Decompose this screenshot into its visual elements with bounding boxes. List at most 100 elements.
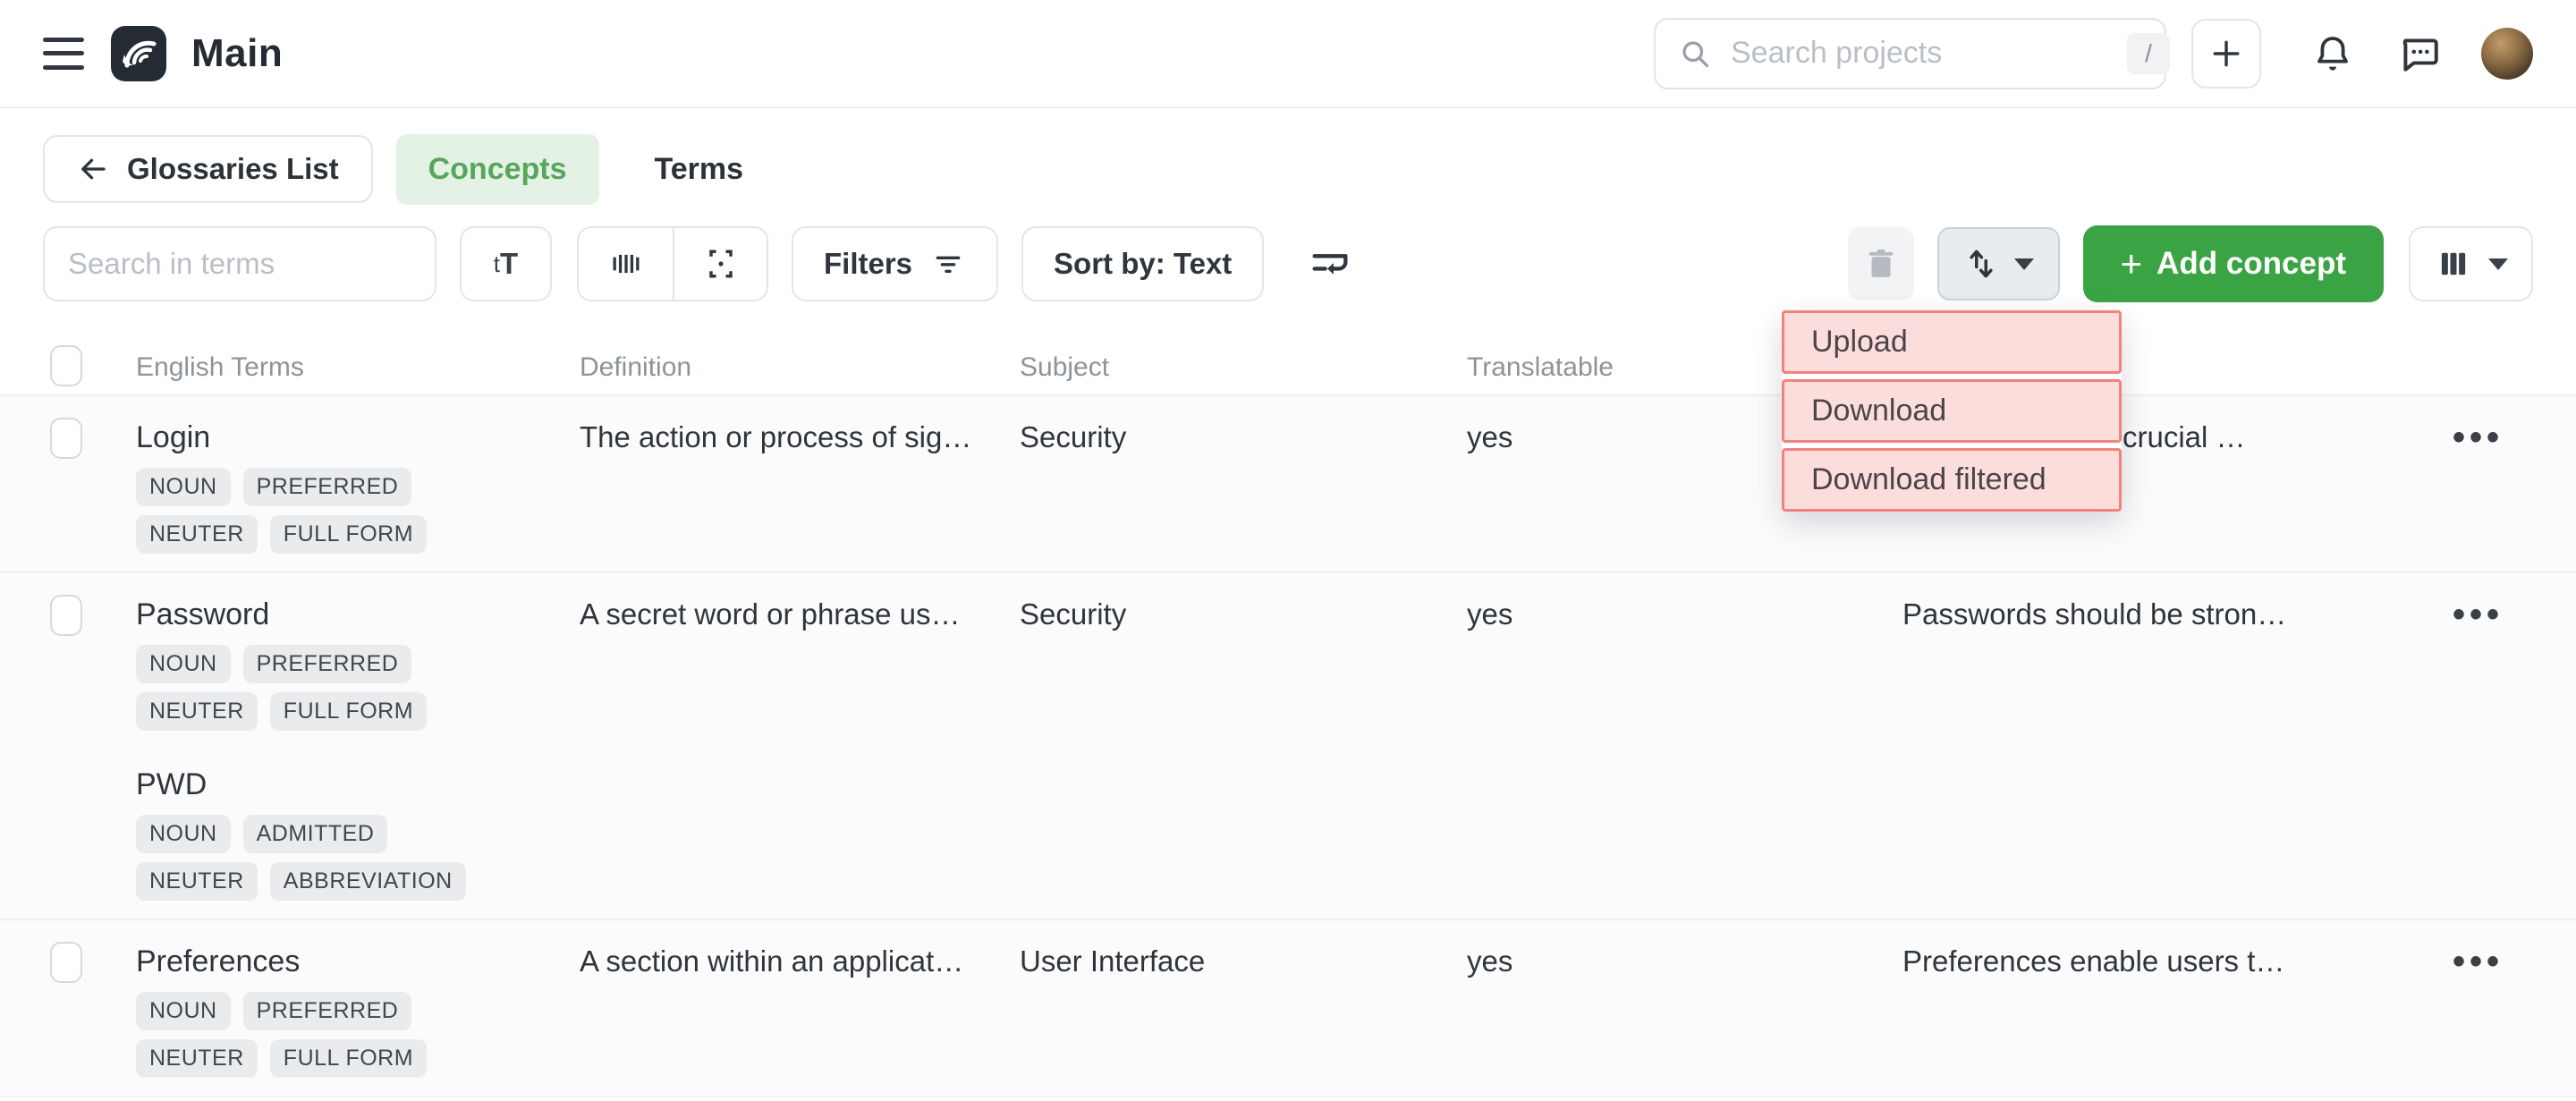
term-badge: NOUN (136, 992, 231, 1030)
search-mode-group (577, 226, 768, 301)
delete-selected-button[interactable] (1848, 227, 1914, 301)
term-badge: FULL FORM (270, 1039, 427, 1078)
term-text: Login (136, 418, 580, 457)
match-case-icon-big: T (500, 247, 518, 281)
filter-icon (930, 246, 966, 282)
menu-item-download-filtered[interactable]: Download filtered (1782, 448, 2122, 512)
term-badge: PREFERRED (243, 645, 412, 683)
sort-by-label: Sort by: Text (1054, 247, 1232, 281)
filters-label: Filters (824, 247, 912, 281)
tab-concepts[interactable]: Concepts (396, 134, 599, 205)
tab-terms[interactable]: Terms (655, 152, 744, 187)
row-checkbox[interactable] (50, 595, 82, 636)
filters-button[interactable]: Filters (792, 226, 998, 301)
table-row[interactable]: Password NOUNPREFERREDNEUTERFULL FORM PW… (0, 572, 2576, 919)
project-search-input[interactable] (1731, 36, 2127, 71)
term-group: Password NOUNPREFERREDNEUTERFULL FORM (136, 595, 580, 731)
subject-cell: User Interface (1020, 942, 1467, 981)
search-icon (1679, 38, 1711, 70)
term-badges: NOUNPREFERREDNEUTERFULL FORM (136, 468, 521, 554)
select-all-checkbox[interactable] (50, 345, 82, 386)
whole-word-icon (606, 244, 646, 284)
table-row[interactable]: Login NOUNPREFERREDNEUTERFULL FORM The a… (0, 396, 2576, 572)
term-text: Preferences (136, 942, 580, 981)
chat-bubble-icon (2397, 31, 2442, 76)
column-header-subject: Subject (1020, 352, 1467, 383)
whole-word-button[interactable] (579, 228, 673, 300)
note-cell: Preferences enable users t… (1902, 942, 2415, 981)
user-avatar[interactable] (2481, 28, 2533, 80)
exact-match-icon (701, 244, 741, 284)
messages-button[interactable] (2397, 31, 2442, 76)
hamburger-menu-icon[interactable] (43, 38, 84, 70)
concepts-table-body: Login NOUN PREFERRED NEUTER FULL FORM The a… (0, 396, 2576, 1097)
wrap-lines-button[interactable] (1307, 226, 1353, 301)
menu-item-upload[interactable]: Upload (1782, 310, 2122, 374)
sort-by-button[interactable]: Sort by: Text (1021, 226, 1264, 301)
columns-settings-button[interactable] (2409, 226, 2533, 301)
table-header-row: English Terms Definition Subject Transla… (0, 341, 2576, 396)
bell-icon (2311, 32, 2354, 75)
definition-cell: The action or process of sig… (580, 418, 1020, 457)
glossary-concepts-page: Main / (0, 0, 2576, 1101)
concepts-toolbar: tT (0, 226, 2576, 301)
chevron-down-icon (2488, 258, 2508, 270)
exact-match-button[interactable] (673, 228, 767, 300)
top-bar: Main / (0, 0, 2576, 108)
row-checkbox[interactable] (50, 418, 82, 459)
term-badge: PREFERRED (243, 992, 412, 1030)
term-badge: NOUN (136, 645, 231, 683)
term-group: Preferences NOUN PREFERRED NEUTER FULL FORM (136, 942, 580, 1078)
subject-cell: Security (1020, 595, 1467, 634)
menu-item-download[interactable]: Download (1782, 379, 2122, 443)
match-case-button[interactable]: tT (460, 226, 552, 301)
term-text: PWD (136, 765, 580, 804)
subject-cell: Security (1020, 418, 1467, 457)
project-search-box: / (1654, 18, 2166, 89)
logo-glyph-icon (118, 33, 159, 74)
chevron-down-icon (2014, 258, 2034, 270)
translatable-cell: yes (1467, 595, 1902, 634)
term-badge: NOUN (136, 815, 231, 853)
term-badge: ADMITTED (243, 815, 388, 853)
search-shortcut-key: / (2127, 33, 2170, 74)
term-badge: NEUTER (136, 515, 258, 554)
columns-icon (2435, 245, 2472, 283)
column-header-english-terms: English Terms (136, 352, 580, 383)
term-badge: NEUTER (136, 862, 258, 901)
definition-cell: A section within an applicat… (580, 942, 1020, 981)
translatable-cell: yes (1467, 942, 1902, 981)
row-actions-button[interactable]: ••• (2415, 418, 2576, 457)
term-badge: NOUN (136, 468, 231, 506)
term-group: Login NOUNPREFERREDNEUTERFULL FORM (136, 418, 580, 554)
arrow-left-icon (77, 153, 109, 185)
term-badges: NOUN PREFERRED NEUTER FULL FORM (136, 992, 521, 1078)
import-export-button[interactable] (1937, 227, 2060, 301)
crowdin-logo[interactable] (111, 26, 166, 81)
term-badge: PREFERRED (243, 468, 412, 506)
row-actions-button[interactable]: ••• (2415, 595, 2576, 634)
create-new-button[interactable] (2191, 19, 2261, 89)
terms-search-box (43, 226, 436, 301)
row-checkbox[interactable] (50, 942, 82, 983)
note-cell: Passwords should be stron… (1902, 595, 2415, 634)
term-badge: NEUTER (136, 692, 258, 731)
term-group: PWD NOUN ADMITTED NEUTER ABBREVIATION (136, 765, 580, 901)
term-badge: FULL FORM (270, 692, 427, 731)
definition-cell: A secret word or phrase us… (580, 595, 1020, 634)
plus-icon: + (2121, 245, 2143, 283)
table-row[interactable]: Preferences NOUN PREFERRED NEUTER FULL FORM… (0, 919, 2576, 1096)
term-badges: NOUN ADMITTED NEUTER ABBREVIATION (136, 815, 521, 901)
add-concept-label: Add concept (2157, 246, 2346, 282)
terms-search-input[interactable] (68, 247, 411, 281)
back-to-glossaries-button[interactable]: Glossaries List (43, 135, 373, 203)
term-badge: ABBREVIATION (270, 862, 466, 901)
add-concept-button[interactable]: + Add concept (2083, 225, 2384, 302)
term-badge: NEUTER (136, 1039, 258, 1078)
plus-icon (2209, 37, 2243, 71)
notifications-button[interactable] (2311, 32, 2354, 75)
glossary-nav: Glossaries List Concepts Terms (0, 133, 2576, 205)
back-button-label: Glossaries List (127, 152, 339, 186)
row-actions-button[interactable]: ••• (2415, 942, 2576, 981)
page-title: Main (191, 31, 283, 76)
